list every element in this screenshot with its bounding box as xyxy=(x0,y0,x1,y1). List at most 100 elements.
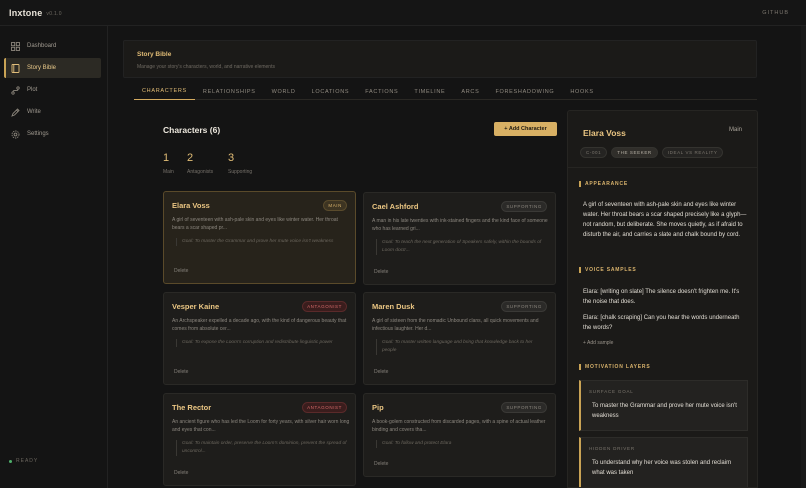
character-card[interactable]: Cael Ashford SUPPORTING A man in his lat… xyxy=(363,192,556,285)
tab-timeline[interactable]: TIMELINE xyxy=(406,83,453,100)
character-card[interactable]: Elara Voss MAIN A girl of seventeen with… xyxy=(163,191,356,284)
status-dot-icon xyxy=(9,459,12,463)
role-badge: ANTAGONIST xyxy=(302,301,347,312)
character-description: An Archspeaker expelled a decade ago, wi… xyxy=(172,318,347,332)
tag-chip: IDEAL VS REALITY xyxy=(661,147,724,158)
tab-relationships[interactable]: RELATIONSHIPS xyxy=(195,83,264,100)
sidebar-item-write[interactable]: Write xyxy=(4,102,101,122)
grid-icon xyxy=(11,41,20,51)
page-title: Story Bible xyxy=(137,51,172,58)
delete-button[interactable]: Delete xyxy=(374,269,388,275)
stat-number: 1 xyxy=(163,152,170,164)
sidebar-item-story-bible[interactable]: Story Bible xyxy=(4,58,101,78)
layer-title: SURFACE GOAL xyxy=(589,389,634,394)
stat-number: 3 xyxy=(228,152,235,164)
character-description: A girl of sixteen from the nomadic Unbou… xyxy=(372,318,539,332)
character-goal: Goal: To maintain order, preserve the Lo… xyxy=(176,440,348,456)
motivation-layer: HIDDEN DRIVER To understand why her voic… xyxy=(579,437,748,487)
add-character-button[interactable]: + Add Character xyxy=(494,122,557,136)
add-sample-button[interactable]: + Add sample xyxy=(583,340,613,346)
character-name: Cael Ashford xyxy=(372,202,419,211)
top-bar: Inxtone v0.1.0 GITHUB xyxy=(0,0,806,26)
character-name: Elara Voss xyxy=(172,201,210,210)
voice-sample: Elara: [writing on slate] The silence do… xyxy=(583,289,740,305)
app-version: v0.1.0 xyxy=(46,10,62,17)
character-name: Pip xyxy=(372,403,384,412)
page-header: Story Bible Manage your story's characte… xyxy=(123,40,757,78)
tab-arcs[interactable]: ARCS xyxy=(453,83,487,100)
plot-icon xyxy=(11,85,20,95)
scrollbar[interactable] xyxy=(801,26,806,488)
sidebar-item-label: Dashboard xyxy=(27,43,57,49)
sidebar-item-settings[interactable]: Settings xyxy=(4,124,101,144)
sidebar-item-dashboard[interactable]: Dashboard xyxy=(4,36,101,56)
stat-label: Antagonists xyxy=(187,169,214,175)
character-goal: Goal: To follow and protect Elara xyxy=(376,440,548,448)
role-badge: SUPPORTING xyxy=(501,201,547,212)
layer-value: To master the Grammar and prove her mute… xyxy=(592,403,737,419)
pen-icon xyxy=(11,107,20,117)
characters-heading: Characters (6) xyxy=(163,125,221,135)
page-subtitle: Manage your story's characters, world, a… xyxy=(137,64,275,70)
stat-label: Main xyxy=(163,169,174,175)
status-indicator: READY xyxy=(9,458,38,464)
stat-label: Supporting xyxy=(228,169,253,175)
character-detail-panel: Elara Voss Main C-001 THE SEEKER IDEAL V… xyxy=(567,110,758,488)
sidebar-item-label: Story Bible xyxy=(27,65,57,71)
layer-value: To understand why her voice was stolen a… xyxy=(592,460,732,476)
character-card[interactable]: Pip SUPPORTING A book-golem constructed … xyxy=(363,393,556,477)
tag-chip: THE SEEKER xyxy=(611,147,658,158)
gear-icon xyxy=(11,130,20,139)
status-text: READY xyxy=(16,458,39,464)
tab-foreshadowing[interactable]: FORESHADOWING xyxy=(487,83,562,100)
role-badge: SUPPORTING xyxy=(501,301,547,312)
divider xyxy=(568,167,757,168)
character-goal: Goal: To master the Grammar and prove he… xyxy=(176,238,348,246)
sidebar-item-plot[interactable]: Plot xyxy=(4,80,101,100)
sidebar-item-label: Settings xyxy=(27,131,49,137)
character-card[interactable]: The Rector ANTAGONIST An ancient figure … xyxy=(163,393,356,486)
motivation-heading: MOTIVATION LAYERS xyxy=(579,364,650,370)
tag-chip: C-001 xyxy=(580,147,608,158)
delete-button[interactable]: Delete xyxy=(374,369,388,375)
github-link[interactable]: GITHUB xyxy=(762,10,789,16)
appearance-heading: APPEARANCE xyxy=(579,181,628,187)
appearance-text: A girl of seventeen with ash-pale skin a… xyxy=(583,202,747,238)
character-name: The Rector xyxy=(172,403,212,412)
delete-button[interactable]: Delete xyxy=(174,268,188,274)
character-goal: Goal: To teach the next generation of Sp… xyxy=(376,239,548,255)
delete-button[interactable]: Delete xyxy=(174,369,188,375)
character-name: Maren Dusk xyxy=(372,302,415,311)
character-description: A girl of seventeen with ash-pale skin a… xyxy=(172,217,338,231)
character-description: An ancient figure who has led the Loom f… xyxy=(172,419,350,433)
tab-characters[interactable]: CHARACTERS xyxy=(134,83,195,100)
character-goal: Goal: To expose the Loom's corruption an… xyxy=(176,339,348,347)
role-badge: SUPPORTING xyxy=(501,402,547,413)
sidebar-item-label: Plot xyxy=(27,87,38,93)
character-name: Vesper Kaine xyxy=(172,302,220,311)
stat-number: 2 xyxy=(187,152,194,164)
detail-role: Main xyxy=(728,127,742,133)
role-badge: ANTAGONIST xyxy=(302,402,347,413)
book-icon xyxy=(11,63,20,73)
stat-antagonists: 2 Antagonists xyxy=(187,152,213,175)
voice-sample: Elara: [chalk scraping] Can you hear the… xyxy=(583,315,740,331)
tab-hooks[interactable]: HOOKS xyxy=(562,83,601,100)
app-name: Inxtone xyxy=(9,7,43,18)
sidebar: Dashboard Story Bible Plot Write Setting… xyxy=(0,26,108,488)
delete-button[interactable]: Delete xyxy=(374,461,388,467)
tab-factions[interactable]: FACTIONS xyxy=(357,83,406,100)
detail-tags: C-001 THE SEEKER IDEAL VS REALITY xyxy=(580,147,724,158)
tab-bar: CHARACTERS RELATIONSHIPS WORLD LOCATIONS… xyxy=(134,83,757,100)
delete-button[interactable]: Delete xyxy=(174,470,188,476)
tab-world[interactable]: WORLD xyxy=(264,83,304,100)
character-description: A man in his late twenties with ink-stai… xyxy=(372,218,548,232)
tab-locations[interactable]: LOCATIONS xyxy=(304,83,358,100)
stat-supporting: 3 Supporting xyxy=(228,152,252,175)
layer-title: HIDDEN DRIVER xyxy=(589,446,635,451)
stat-main: 1 Main xyxy=(163,152,174,175)
character-description: A book-golem constructed from discarded … xyxy=(372,419,546,433)
character-card[interactable]: Vesper Kaine ANTAGONIST An Archspeaker e… xyxy=(163,292,356,385)
character-goal: Goal: To master written language and bri… xyxy=(376,339,548,355)
character-card[interactable]: Maren Dusk SUPPORTING A girl of sixteen … xyxy=(363,292,556,385)
